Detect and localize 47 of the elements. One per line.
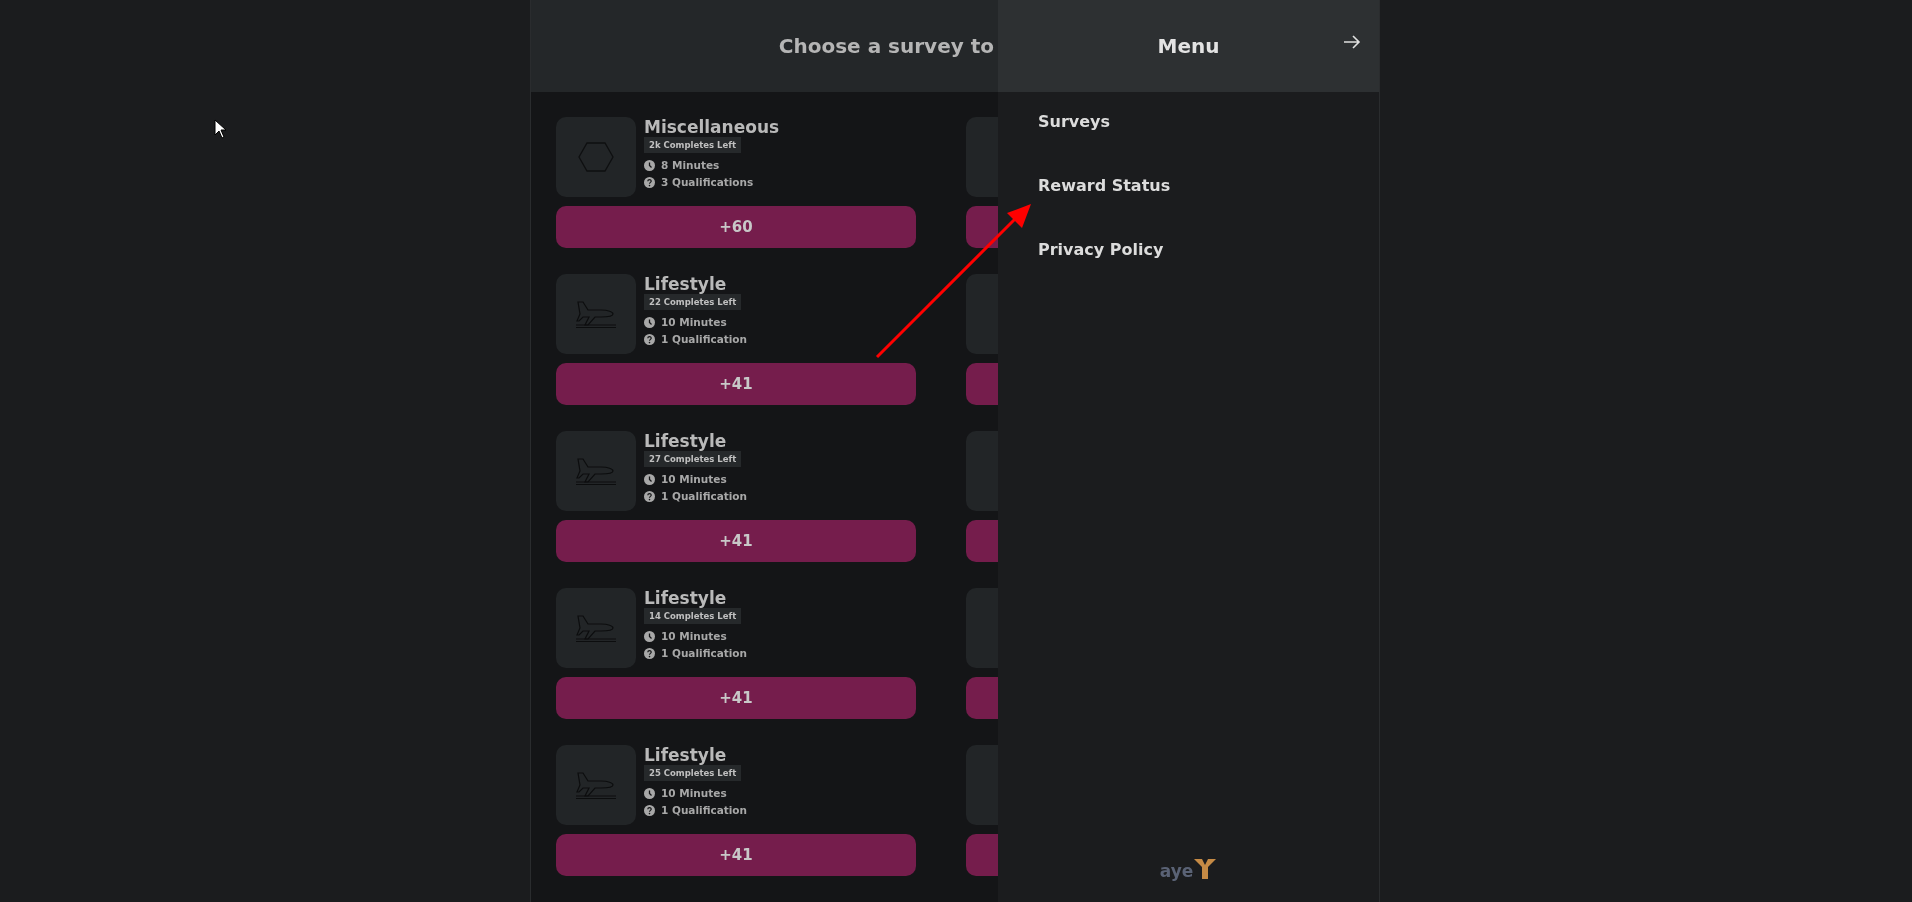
clock-icon: [644, 474, 655, 485]
qualifications-text: 1 Qualification: [661, 803, 748, 818]
menu-item[interactable]: Reward Status: [1038, 173, 1171, 199]
qualifications-text: 1 Qualification: [661, 489, 748, 504]
reward-button[interactable]: +41: [556, 677, 916, 719]
completes-left-badge: 25 Completes Left: [644, 765, 742, 781]
completes-left-badge: 14 Completes Left: [644, 608, 742, 624]
logo: aye: [1159, 858, 1218, 880]
question-icon: [644, 334, 655, 345]
duration-text: 10 Minutes: [661, 315, 727, 330]
menu-title: Menu: [1157, 33, 1220, 60]
airplane-icon: [575, 613, 617, 643]
survey-category: Lifestyle: [644, 588, 727, 608]
question-icon: [644, 177, 655, 188]
survey-category: Lifestyle: [644, 431, 727, 451]
cursor-icon: [214, 119, 227, 139]
completes-left-badge: 27 Completes Left: [644, 451, 742, 467]
duration-text: 10 Minutes: [661, 786, 727, 801]
qualifications-text: 1 Qualification: [661, 646, 748, 661]
question-icon: [644, 648, 655, 659]
survey-category: Lifestyle: [644, 274, 727, 294]
duration-text: 10 Minutes: [661, 629, 727, 644]
clock-icon: [644, 160, 655, 171]
question-icon: [644, 805, 655, 816]
question-icon: [644, 491, 655, 502]
menu-item[interactable]: Privacy Policy: [1038, 237, 1164, 263]
clock-icon: [644, 631, 655, 642]
page-title: Choose a survey to: [778, 33, 994, 60]
qualifications-text: 3 Qualifications: [661, 175, 754, 190]
duration-text: 8 Minutes: [661, 158, 720, 173]
completes-left-badge: 2k Completes Left: [644, 137, 741, 153]
completes-left-badge: 22 Completes Left: [644, 294, 742, 310]
reward-button[interactable]: +60: [556, 206, 916, 248]
reward-button[interactable]: +41: [556, 834, 916, 876]
duration-text: 10 Minutes: [661, 472, 727, 487]
clock-icon: [644, 788, 655, 799]
survey-category: Lifestyle: [644, 745, 727, 765]
survey-category: Miscellaneous: [644, 117, 780, 137]
hexagon-icon: [578, 141, 614, 173]
airplane-icon: [575, 456, 617, 486]
clock-icon: [644, 317, 655, 328]
qualifications-text: 1 Qualification: [661, 332, 748, 347]
reward-button[interactable]: +41: [556, 520, 916, 562]
airplane-icon: [575, 770, 617, 800]
reward-button[interactable]: +41: [556, 363, 916, 405]
menu-item[interactable]: Surveys: [1038, 109, 1111, 135]
airplane-icon: [575, 299, 617, 329]
